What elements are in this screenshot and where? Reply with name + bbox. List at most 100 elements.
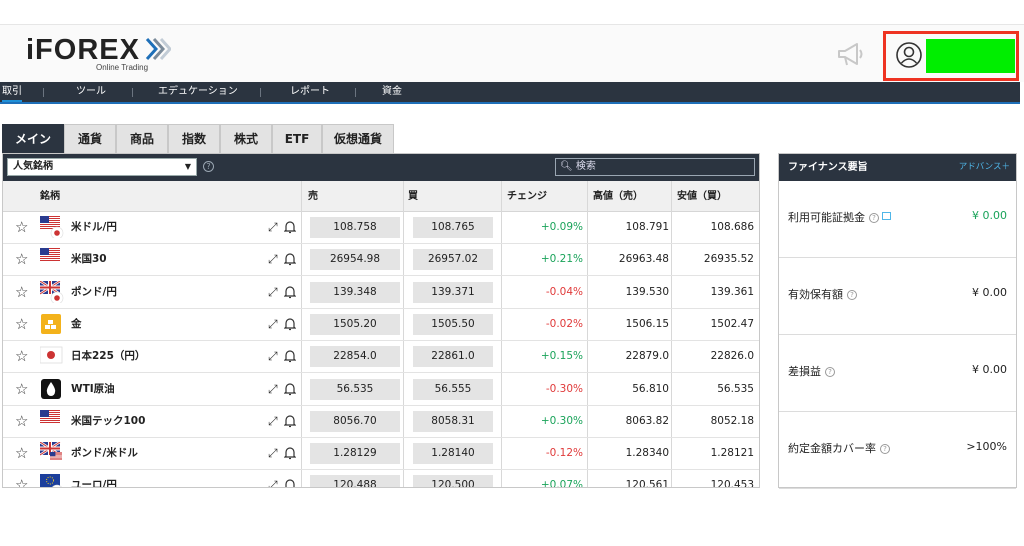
bell-alert-icon[interactable]	[284, 414, 296, 428]
favorite-star-icon[interactable]: ☆	[15, 284, 28, 300]
sell-price-button[interactable]: 1.28129	[310, 443, 400, 465]
tab-etf[interactable]: ETF	[272, 124, 322, 153]
chart-expand-icon[interactable]: ⤢	[268, 382, 278, 397]
bell-alert-icon[interactable]	[284, 382, 296, 396]
instrument-name[interactable]: 金	[71, 309, 82, 340]
tab-currency[interactable]: 通貨	[64, 124, 116, 153]
sell-price-button[interactable]: 22854.0	[310, 346, 400, 368]
chart-expand-icon[interactable]: ⤢	[268, 414, 278, 429]
external-link-icon[interactable]	[882, 212, 891, 220]
change-percent: +0.30%	[540, 414, 583, 427]
table-row[interactable]: ☆ 米ドル/円 ⤢ 108.758 108.765 +0.09% 108.791 108.68…	[3, 212, 759, 244]
tab-indices[interactable]: 指数	[168, 124, 220, 153]
instrument-flag-icon	[40, 248, 60, 262]
nav-funds[interactable]: 資金	[382, 82, 402, 102]
table-row[interactable]: ☆ 米国30 ⤢ 26954.98 26957.02 +0.21% 26963.48 2693…	[3, 244, 759, 277]
favorite-star-icon[interactable]: ☆	[15, 251, 28, 267]
low-price: 1.28121	[710, 447, 754, 460]
advanced-link[interactable]: アドバンス＋	[959, 154, 1010, 181]
change-percent: -0.30%	[545, 382, 583, 395]
favorite-star-icon[interactable]: ☆	[15, 381, 28, 397]
sell-price-button[interactable]: 139.348	[310, 281, 400, 303]
help-icon[interactable]: ?	[825, 367, 835, 377]
sell-price-button[interactable]: 1505.20	[310, 313, 400, 335]
bell-alert-icon[interactable]	[284, 220, 296, 234]
buy-price-button[interactable]: 22861.0	[413, 346, 493, 368]
instrument-name[interactable]: WTI原油	[71, 374, 115, 405]
table-row[interactable]: ☆ 米国テック100 ⤢ 8056.70 8058.31 +0.30% 8063.82 805…	[3, 406, 759, 438]
favorite-star-icon[interactable]: ☆	[15, 348, 28, 364]
user-icon[interactable]	[896, 42, 922, 68]
chart-expand-icon[interactable]: ⤢	[268, 446, 278, 461]
nav-reports[interactable]: レポート	[290, 82, 330, 102]
sell-price-button[interactable]: 120.488	[310, 475, 400, 487]
bell-alert-icon[interactable]	[284, 478, 296, 488]
tab-commodities[interactable]: 商品	[116, 124, 168, 153]
buy-price-button[interactable]: 1505.50	[413, 313, 493, 335]
chart-expand-icon[interactable]: ⤢	[268, 220, 278, 235]
redacted-username	[926, 39, 1015, 73]
help-icon[interactable]: ?	[847, 290, 857, 300]
nav-education[interactable]: エデュケーション	[158, 82, 238, 102]
bell-alert-icon[interactable]	[284, 349, 296, 363]
user-account-box[interactable]	[883, 31, 1019, 81]
help-icon[interactable]: ?	[869, 213, 879, 223]
favorite-star-icon[interactable]: ☆	[15, 413, 28, 429]
instrument-flag-icon	[40, 216, 64, 238]
sell-price-button[interactable]: 108.758	[310, 217, 400, 238]
bell-alert-icon[interactable]	[284, 317, 296, 331]
favorite-star-icon[interactable]: ☆	[15, 219, 28, 235]
buy-price-button[interactable]: 8058.31	[413, 410, 493, 432]
table-row[interactable]: ☆ 日本225（円） ⤢ 22854.0 22861.0 +0.15% 22879.0 228…	[3, 341, 759, 374]
buy-price-button[interactable]: 26957.02	[413, 249, 493, 271]
chart-expand-icon[interactable]: ⤢	[268, 349, 278, 364]
favorite-star-icon[interactable]: ☆	[15, 316, 28, 332]
help-icon[interactable]: ?	[203, 161, 214, 172]
iforex-logo[interactable]: iFOREX Online Trading	[26, 36, 172, 72]
bell-alert-icon[interactable]	[284, 285, 296, 299]
table-row[interactable]: ☆ WTI原油 ⤢ 56.535 56.555 -0.30% 56.810 56.535	[3, 374, 759, 406]
instrument-name[interactable]: ポンド/円	[71, 277, 117, 308]
finance-value: >100%	[966, 440, 1007, 453]
favorite-star-icon[interactable]: ☆	[15, 477, 28, 487]
logo-chevrons-icon	[146, 37, 172, 61]
table-row[interactable]: ☆ ユーロ/円 ⤢ 120.488 120.500 +0.07% 120.561 120.45…	[3, 470, 759, 488]
favorite-star-icon[interactable]: ☆	[15, 445, 28, 461]
help-icon[interactable]: ?	[880, 444, 890, 454]
bell-alert-icon[interactable]	[284, 446, 296, 460]
chart-expand-icon[interactable]: ⤢	[268, 285, 278, 300]
tab-crypto[interactable]: 仮想通貨	[322, 124, 394, 153]
buy-price-button[interactable]: 108.765	[413, 217, 493, 238]
search-input[interactable]: 🔍︎ 検索	[555, 158, 755, 176]
table-row[interactable]: ☆ ポンド/米ドル ⤢ 1.28129 1.28140 -0.12% 1.28340 1.28…	[3, 438, 759, 471]
instrument-name[interactable]: ポンド/米ドル	[71, 438, 138, 469]
instrument-name[interactable]: 日本225（円）	[71, 341, 145, 372]
table-row[interactable]: ☆ 金 ⤢ 1505.20 1505.50 -0.02% 1506.15 1502.47	[3, 309, 759, 341]
tab-main[interactable]: メイン	[2, 124, 64, 153]
chart-expand-icon[interactable]: ⤢	[268, 252, 278, 267]
buy-price-button[interactable]: 139.371	[413, 281, 493, 303]
instrument-name[interactable]: 米ドル/円	[71, 212, 117, 243]
instrument-name[interactable]: 米国30	[71, 244, 107, 275]
instrument-name[interactable]: 米国テック100	[71, 406, 145, 437]
buy-price-button[interactable]: 120.500	[413, 475, 493, 487]
table-row[interactable]: ☆ ポンド/円 ⤢ 139.348 139.371 -0.04% 139.530 139.36…	[3, 277, 759, 309]
nav-tools[interactable]: ツール	[76, 82, 106, 102]
category-select[interactable]: 人気銘柄 ▼	[7, 158, 197, 176]
megaphone-icon[interactable]	[836, 40, 866, 68]
buy-price-button[interactable]: 56.555	[413, 378, 493, 400]
sell-price-button[interactable]: 26954.98	[310, 249, 400, 271]
sell-price-button[interactable]: 56.535	[310, 378, 400, 400]
tab-stocks[interactable]: 株式	[220, 124, 272, 153]
instrument-name[interactable]: ユーロ/円	[71, 470, 117, 487]
chart-expand-icon[interactable]: ⤢	[268, 317, 278, 332]
category-select-value: 人気銘柄	[13, 161, 53, 172]
buy-price-button[interactable]: 1.28140	[413, 443, 493, 465]
bell-alert-icon[interactable]	[284, 252, 296, 266]
finance-value: ¥ 0.00	[972, 286, 1007, 299]
nav-trade[interactable]: 取引	[2, 82, 22, 102]
finance-summary-row: 差損益? ¥ 0.00	[779, 335, 1016, 412]
sell-price-button[interactable]: 8056.70	[310, 410, 400, 432]
chart-expand-icon[interactable]: ⤢	[268, 478, 278, 487]
high-price: 22879.0	[625, 350, 669, 363]
